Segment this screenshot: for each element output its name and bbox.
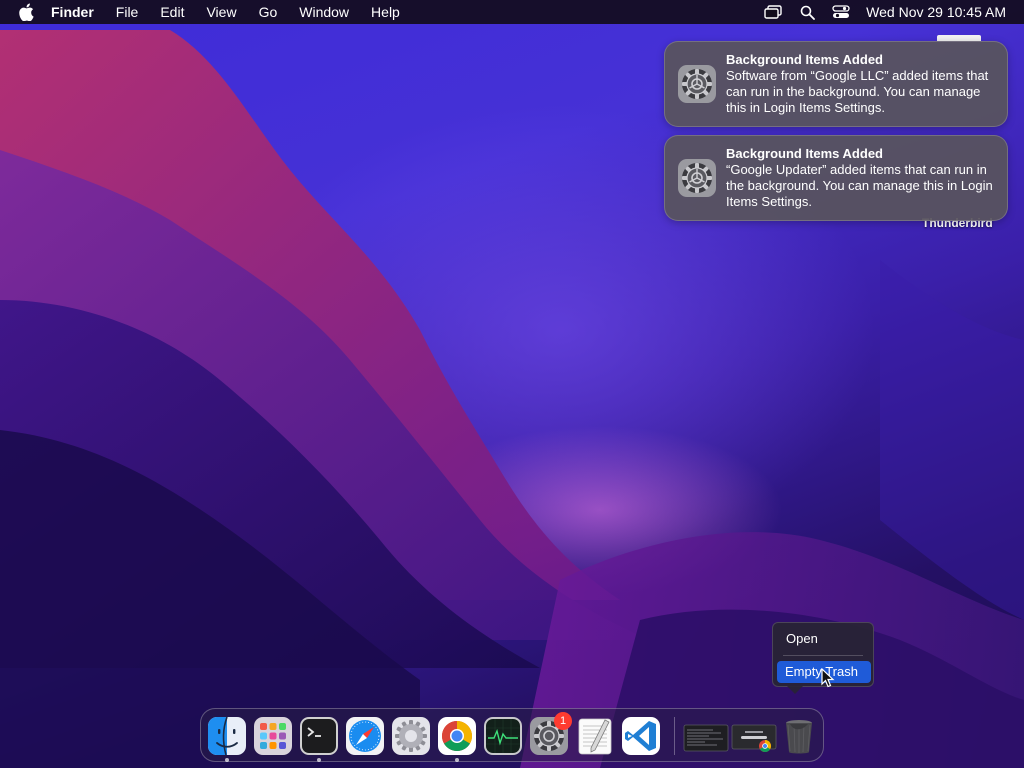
menu-app-name[interactable]: Finder <box>40 0 105 24</box>
spotlight-search-icon[interactable] <box>797 3 817 21</box>
control-center-icon[interactable] <box>831 3 851 21</box>
menu-bar-status-area: Wed Nov 29 10:45 AM <box>756 0 1024 24</box>
dock-separator <box>674 717 675 755</box>
menu-window[interactable]: Window <box>288 0 360 24</box>
running-indicator <box>455 758 459 762</box>
system-settings-gear-icon <box>678 65 716 103</box>
menu-bar: Finder File Edit View Go Window Help Wed… <box>0 0 1024 24</box>
menu-separator <box>783 655 863 656</box>
notification-body: Software from “Google LLC” added items t… <box>726 68 989 115</box>
menu-edit[interactable]: Edit <box>149 0 195 24</box>
context-menu-pointer <box>787 686 803 694</box>
screen-mirroring-icon[interactable] <box>763 3 783 21</box>
launchpad-icon[interactable] <box>253 716 293 756</box>
terminal-icon[interactable] <box>299 716 339 756</box>
trash-icon[interactable] <box>779 716 819 756</box>
menu-file[interactable]: File <box>105 0 150 24</box>
textedit-icon[interactable] <box>575 716 615 756</box>
running-indicator <box>317 758 321 762</box>
activity-monitor-icon[interactable] <box>483 716 523 756</box>
finder-icon[interactable] <box>207 716 247 756</box>
mouse-pointer-icon <box>821 668 835 688</box>
menu-help[interactable]: Help <box>360 0 411 24</box>
menu-bar-clock[interactable]: Wed Nov 29 10:45 AM <box>858 0 1024 24</box>
menu-go[interactable]: Go <box>248 0 289 24</box>
notification-badge: 1 <box>554 712 572 730</box>
notification-title: Background Items Added <box>726 146 883 161</box>
apple-logo-icon[interactable] <box>18 3 34 21</box>
menu-item-open[interactable]: Open <box>778 627 868 651</box>
system-preferences-icon[interactable] <box>391 716 431 756</box>
notification-card[interactable]: Background Items Added “Google Updater” … <box>664 135 1008 221</box>
dock <box>200 708 824 762</box>
notification-title: Background Items Added <box>726 52 883 67</box>
chrome-icon[interactable] <box>437 716 477 756</box>
chrome-window-thumbnail[interactable] <box>731 716 777 756</box>
system-settings-gear-icon <box>678 159 716 197</box>
safari-icon[interactable] <box>345 716 385 756</box>
terminal-window-thumbnail[interactable] <box>683 716 729 756</box>
running-indicator <box>225 758 229 762</box>
menu-view[interactable]: View <box>195 0 247 24</box>
notification-card[interactable]: Background Items Added Software from “Go… <box>664 41 1008 127</box>
vscode-icon[interactable] <box>621 716 661 756</box>
notification-body: “Google Updater” added items that can ru… <box>726 162 993 209</box>
